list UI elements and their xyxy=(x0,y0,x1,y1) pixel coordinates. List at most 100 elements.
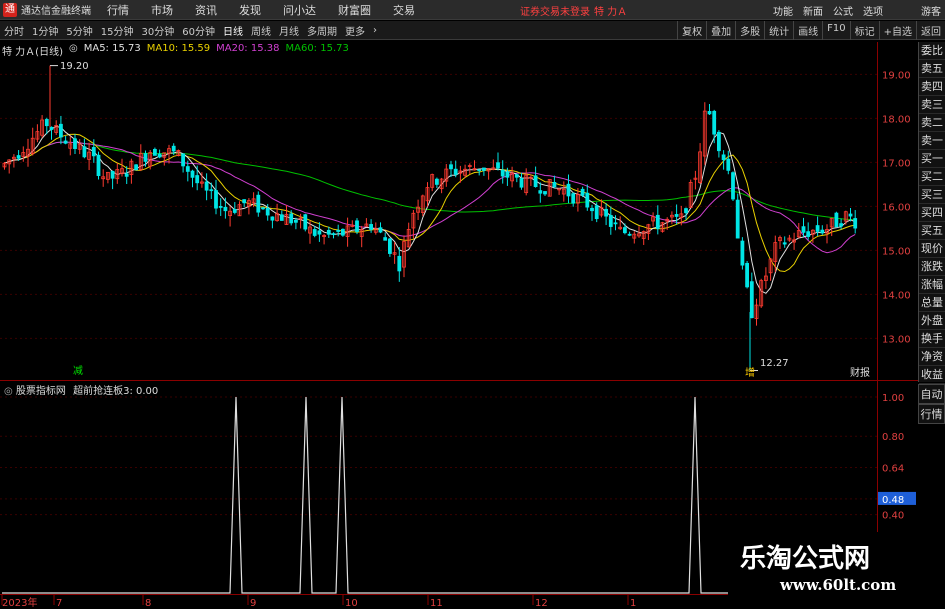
btn-mark[interactable]: 标记 xyxy=(849,21,879,40)
ma10-line xyxy=(4,133,856,273)
quote-tab-4[interactable]: 卖二 xyxy=(919,114,945,132)
quote-tab-16[interactable]: 换手 xyxy=(919,330,945,348)
period-5min[interactable]: 5分钟 xyxy=(62,23,96,38)
quote-tab-0[interactable]: 委比 xyxy=(919,42,945,60)
quote-tab-7[interactable]: 买二 xyxy=(919,168,945,186)
menu-item-quotes[interactable]: 行情 xyxy=(107,2,129,18)
quote-tab-1[interactable]: 卖五 xyxy=(919,60,945,78)
ma5-line xyxy=(4,125,856,294)
candle-body xyxy=(284,213,289,225)
quote-tab-5[interactable]: 卖一 xyxy=(919,132,945,150)
candle-body xyxy=(129,160,134,175)
btn-adjust[interactable]: 复权 xyxy=(677,21,706,40)
candle-body xyxy=(387,238,392,254)
candle-body xyxy=(134,164,139,171)
quote-tab-10[interactable]: 买五 xyxy=(919,222,945,240)
btn-back[interactable]: 返回 xyxy=(916,21,945,40)
menu-new-page[interactable]: 新面 xyxy=(803,3,823,18)
menu-item-discover[interactable]: 发现 xyxy=(239,2,261,18)
period-daily[interactable]: 日线 xyxy=(219,23,247,38)
btn-add-watch[interactable]: +自选 xyxy=(878,21,916,40)
menu-spacer xyxy=(893,3,911,18)
ma5-value: MA5: 15.73 xyxy=(83,43,141,54)
event-marker-right[interactable]: 财报 xyxy=(850,366,870,379)
high-label: 19.20 xyxy=(60,61,89,72)
ma20-line xyxy=(4,141,856,254)
candle-body xyxy=(444,168,449,182)
candle-body xyxy=(16,155,21,159)
period-15min[interactable]: 15分钟 xyxy=(97,23,138,38)
candle-body xyxy=(275,213,280,222)
quote-panel-lower: 自动 行情 xyxy=(918,384,945,424)
app-title: 通达信金融终端 xyxy=(21,6,91,17)
quote-tab-17[interactable]: 净资 xyxy=(919,348,945,366)
indicator-tick: 0.64 xyxy=(882,464,904,475)
candle-body xyxy=(679,213,684,218)
quote-tab-18[interactable]: 收益 xyxy=(919,366,945,384)
candle-body xyxy=(110,171,115,179)
quote-tab-3[interactable]: 卖三 xyxy=(919,96,945,114)
indicator-icon[interactable]: ◎ xyxy=(4,386,13,397)
btn-multi-stock[interactable]: 多股 xyxy=(735,21,764,40)
candle-body xyxy=(726,158,731,171)
quote-tab-12[interactable]: 涨跌 xyxy=(919,258,945,276)
login-status[interactable]: 证券交易未登录 xyxy=(520,3,590,18)
candle-body xyxy=(834,212,839,228)
quote-tab-11[interactable]: 现价 xyxy=(919,240,945,258)
candle-body xyxy=(806,231,811,237)
event-marker-left[interactable]: 减 xyxy=(73,365,83,377)
candle-body xyxy=(204,181,209,191)
quote-tab-14[interactable]: 总量 xyxy=(919,294,945,312)
candle-body xyxy=(293,219,298,223)
candle-body xyxy=(585,192,590,208)
candle-body xyxy=(289,213,294,224)
btn-overlay[interactable]: 叠加 xyxy=(706,21,735,40)
quote-tab-15[interactable]: 外盘 xyxy=(919,312,945,330)
btn-stats[interactable]: 统计 xyxy=(764,21,793,40)
menu-formula[interactable]: 公式 xyxy=(833,3,853,18)
quote-tab-9[interactable]: 买四 xyxy=(919,204,945,222)
btn-draw[interactable]: 画线 xyxy=(793,21,822,40)
btn-f10[interactable]: F10 xyxy=(822,21,849,40)
candle-body xyxy=(829,217,834,228)
period-monthly[interactable]: 月线 xyxy=(275,23,303,38)
menu-options[interactable]: 选项 xyxy=(863,3,883,18)
quote-tab-6[interactable]: 买一 xyxy=(919,150,945,168)
event-marker-mid[interactable]: 增 xyxy=(745,366,755,379)
chevron-right-icon[interactable]: › xyxy=(369,25,381,36)
menu-function[interactable]: 功能 xyxy=(773,3,793,18)
btn-auto[interactable]: 自动 xyxy=(918,384,945,404)
menu-item-wealth[interactable]: 财富圈 xyxy=(338,2,371,18)
candle-body xyxy=(63,140,68,144)
period-weekly[interactable]: 周线 xyxy=(247,23,275,38)
btn-quotes[interactable]: 行情 xyxy=(918,404,945,424)
quote-tab-13[interactable]: 涨幅 xyxy=(919,276,945,294)
period-multi[interactable]: 多周期 xyxy=(303,23,341,38)
period-timeshare[interactable]: 分时 xyxy=(0,23,28,38)
quote-tab-8[interactable]: 买三 xyxy=(919,186,945,204)
menu-item-market[interactable]: 市场 xyxy=(151,2,173,18)
settings-icon[interactable]: ◎ xyxy=(69,43,78,58)
candle-body xyxy=(270,216,275,221)
candle-body xyxy=(571,193,576,204)
period-more[interactable]: 更多 xyxy=(341,23,369,38)
menu-item-news[interactable]: 资讯 xyxy=(195,2,217,18)
quote-tab-2[interactable]: 卖四 xyxy=(919,78,945,96)
period-1min[interactable]: 1分钟 xyxy=(28,23,62,38)
candle-body xyxy=(265,207,270,216)
menu-item-trade[interactable]: 交易 xyxy=(393,2,415,18)
menu-item-ask[interactable]: 问小达 xyxy=(283,2,316,18)
candle-body xyxy=(646,224,651,234)
period-60min[interactable]: 60分钟 xyxy=(178,23,219,38)
menu-guest[interactable]: 游客 xyxy=(921,3,941,18)
candle-body xyxy=(392,252,397,255)
ma-path xyxy=(4,141,856,254)
price-tick: 17.00 xyxy=(882,158,911,169)
candle-body xyxy=(308,226,312,234)
candle-body xyxy=(698,151,702,183)
candle-body xyxy=(77,143,82,150)
candle-body xyxy=(599,207,604,216)
candle-body xyxy=(106,171,110,180)
period-30min[interactable]: 30分钟 xyxy=(137,23,178,38)
candle-body xyxy=(651,216,655,222)
